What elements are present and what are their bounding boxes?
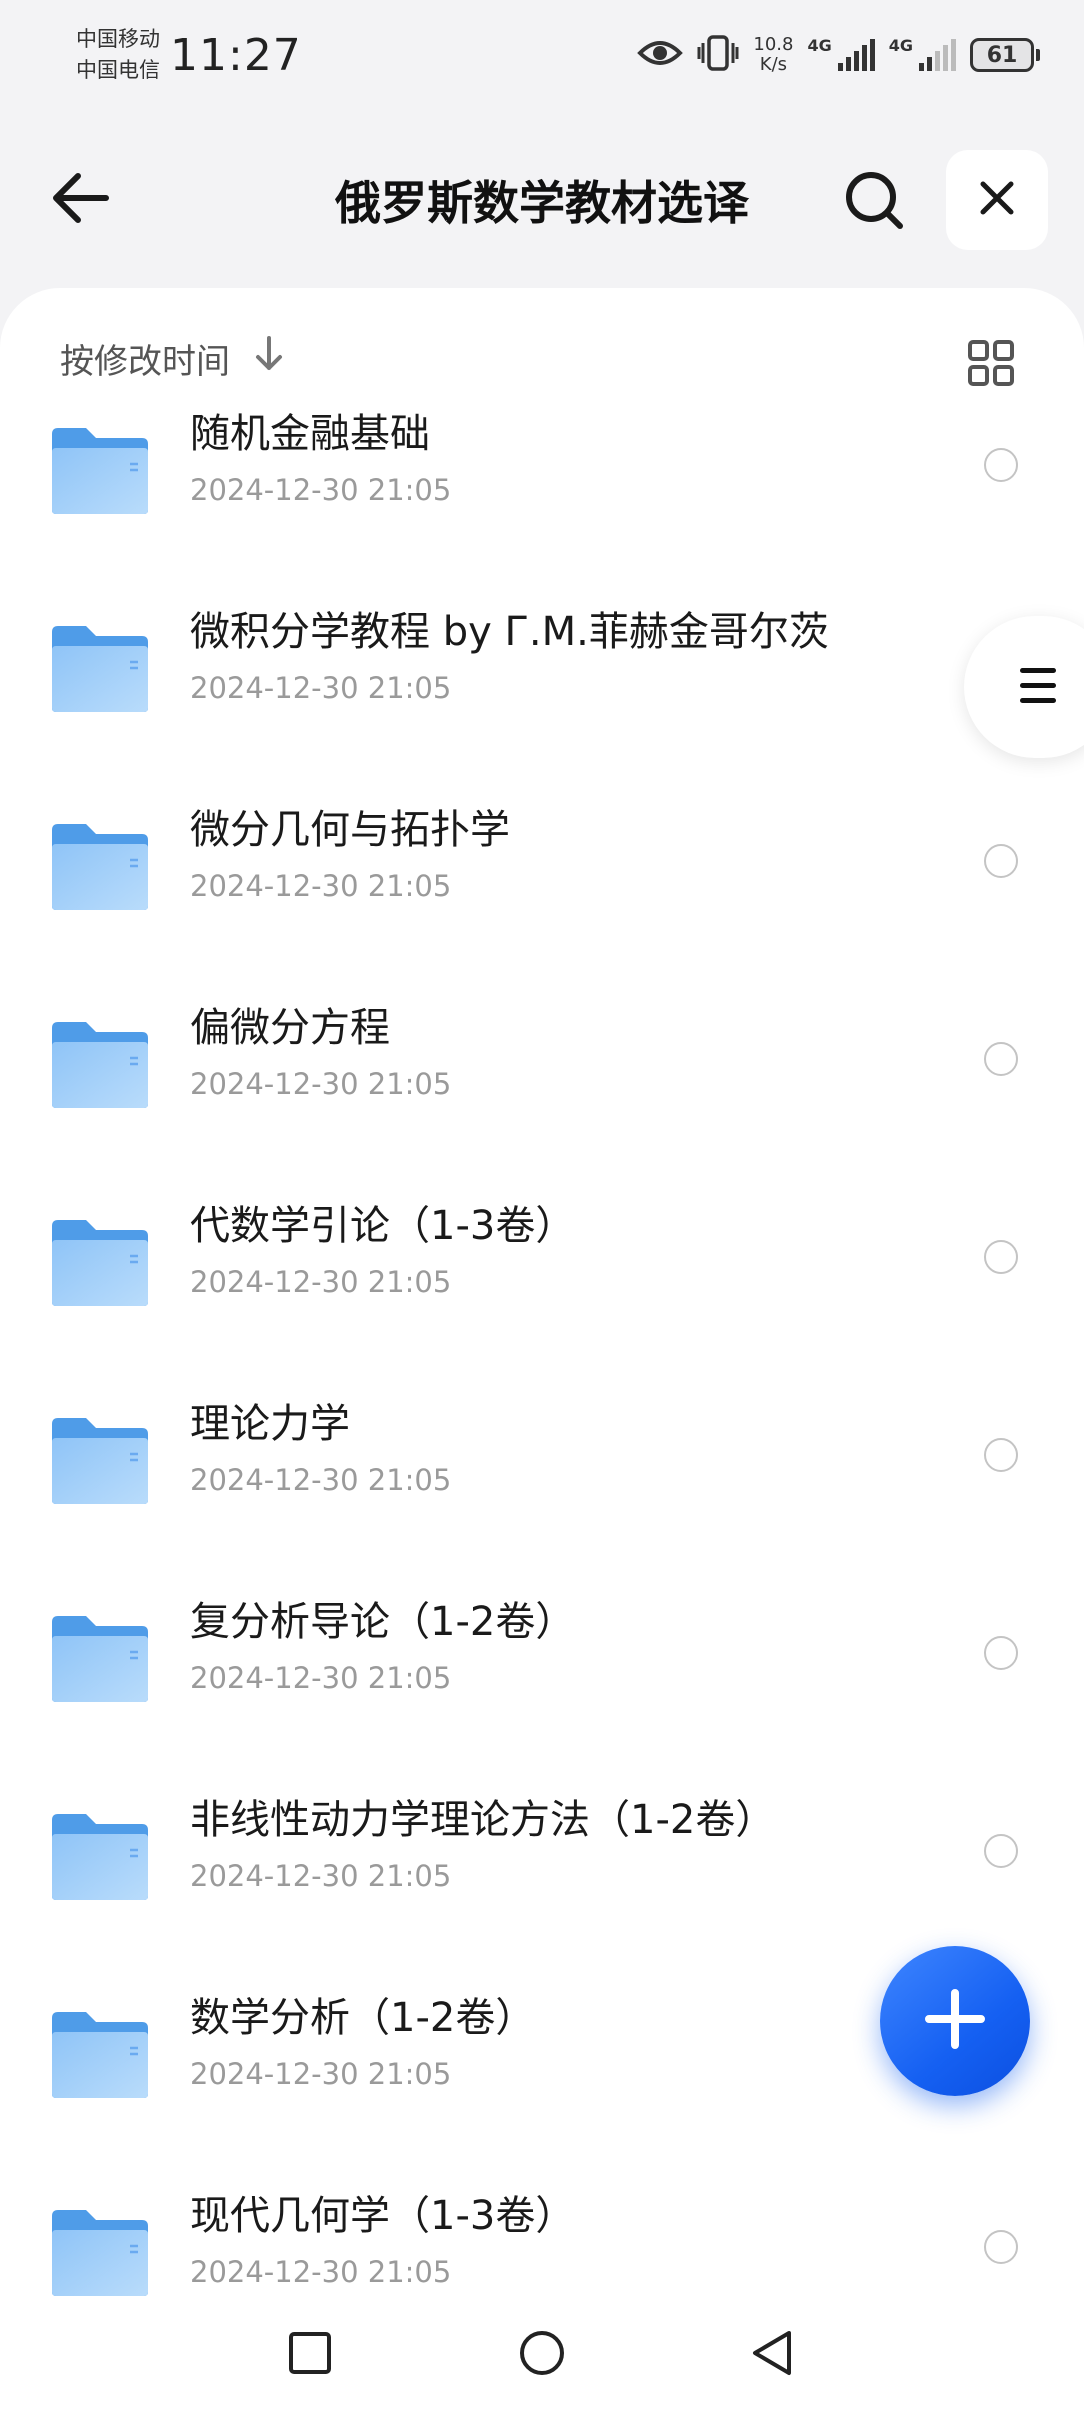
carrier-1: 中国移动 <box>76 27 160 51</box>
folder-icon <box>50 1018 150 1110</box>
folder-name: 微分几何与拓扑学 <box>190 807 510 853</box>
search-icon <box>842 168 906 236</box>
folder-icon <box>50 1414 150 1506</box>
folder-icon <box>50 622 150 714</box>
close-button[interactable] <box>946 150 1048 250</box>
folder-date: 2024-12-30 21:05 <box>190 2255 452 2289</box>
menu-icon <box>1020 668 1056 713</box>
carrier-labels: 中国移动 中国电信 <box>76 24 160 86</box>
folder-icon <box>50 1216 150 1308</box>
folder-name: 理论力学 <box>190 1401 350 1447</box>
folder-date: 2024-12-30 21:05 <box>190 1463 452 1497</box>
arrow-down-icon <box>254 335 284 381</box>
search-button[interactable] <box>838 166 910 238</box>
select-checkbox[interactable] <box>984 1240 1018 1274</box>
folder-icon <box>50 2206 150 2298</box>
select-checkbox[interactable] <box>984 1636 1018 1670</box>
folder-date: 2024-12-30 21:05 <box>190 1661 452 1695</box>
system-nav-bar <box>0 2296 1084 2412</box>
folder-icon <box>50 2008 150 2100</box>
folder-icon <box>50 1810 150 1902</box>
select-checkbox[interactable] <box>984 1834 1018 1868</box>
file-panel: 按修改时间 随机金融基础 2024-12-30 21:05 微积分学教程 by Г.… <box>0 288 1084 2412</box>
signal-icon <box>837 39 875 71</box>
view-toggle-button[interactable] <box>960 334 1022 396</box>
recents-button[interactable] <box>270 2320 350 2390</box>
folder-icon <box>50 1612 150 1704</box>
status-time: 11:27 <box>170 30 302 81</box>
folder-date: 2024-12-30 21:05 <box>190 473 452 507</box>
home-button[interactable] <box>502 2320 582 2390</box>
folder-row[interactable]: 微积分学教程 by Г.М.菲赫金哥尔茨 2024-12-30 21:05 <box>0 604 1084 802</box>
add-button[interactable] <box>880 1946 1030 2096</box>
folder-date: 2024-12-30 21:05 <box>190 869 452 903</box>
select-checkbox[interactable] <box>984 844 1018 878</box>
signal-icon-2 <box>919 39 956 71</box>
select-checkbox[interactable] <box>984 1438 1018 1472</box>
carrier-2: 中国电信 <box>76 58 160 82</box>
network-type-2: 4G <box>888 36 913 55</box>
folder-name: 复分析导论（1-2卷） <box>190 1599 576 1645</box>
folder-name: 代数学引论（1-3卷） <box>190 1203 576 1249</box>
folder-date: 2024-12-30 21:05 <box>190 2057 452 2091</box>
eye-icon <box>637 37 684 73</box>
select-checkbox[interactable] <box>984 1042 1018 1076</box>
arrow-left-icon <box>50 172 110 228</box>
triangle-back-icon <box>749 2329 795 2381</box>
folder-date: 2024-12-30 21:05 <box>190 1859 452 1893</box>
grid-view-icon <box>967 339 1015 391</box>
plus-icon <box>923 1987 987 2055</box>
folder-date: 2024-12-30 21:05 <box>190 671 452 705</box>
folder-row[interactable]: 微分几何与拓扑学 2024-12-30 21:05 <box>0 802 1084 1000</box>
folder-list: 随机金融基础 2024-12-30 21:05 微积分学教程 by Г.М.菲赫金哥… <box>0 406 1084 2386</box>
select-checkbox[interactable] <box>984 2230 1018 2264</box>
network-type-1: 4G <box>807 36 832 55</box>
folder-date: 2024-12-30 21:05 <box>190 1067 452 1101</box>
status-bar: 中国移动 中国电信 11:27 10.8 K/s 4G 4G 61 <box>0 0 1084 120</box>
sort-control[interactable]: 按修改时间 <box>60 328 284 388</box>
folder-name: 偏微分方程 <box>190 1005 390 1051</box>
folder-name: 微积分学教程 by Г.М.菲赫金哥尔茨 <box>190 609 829 655</box>
top-app-bar: 俄罗斯数学教材选译 <box>0 140 1084 260</box>
page-title: 俄罗斯数学教材选译 <box>335 176 749 230</box>
folder-row[interactable]: 代数学引论（1-3卷） 2024-12-30 21:05 <box>0 1198 1084 1396</box>
folder-row[interactable]: 偏微分方程 2024-12-30 21:05 <box>0 1000 1084 1198</box>
folder-name: 现代几何学（1-3卷） <box>190 2193 576 2239</box>
sort-label: 按修改时间 <box>60 341 230 382</box>
folder-name: 数学分析（1-2卷） <box>190 1995 536 2041</box>
folder-date: 2024-12-30 21:05 <box>190 1265 452 1299</box>
status-icons: 10.8 K/s 4G 4G 61 <box>637 30 1040 80</box>
battery-icon: 61 <box>970 38 1040 72</box>
net-speed: 10.8 K/s <box>753 34 794 75</box>
folder-name: 随机金融基础 <box>190 411 430 457</box>
square-icon <box>288 2331 332 2379</box>
select-checkbox[interactable] <box>984 448 1018 482</box>
folder-icon <box>50 424 150 516</box>
folder-row[interactable]: 随机金融基础 2024-12-30 21:05 <box>0 406 1084 604</box>
battery-level: 61 <box>986 42 1018 68</box>
back-button[interactable] <box>44 168 116 232</box>
circle-icon <box>518 2329 566 2381</box>
back-nav-button[interactable] <box>732 2320 812 2390</box>
folder-row[interactable]: 复分析导论（1-2卷） 2024-12-30 21:05 <box>0 1594 1084 1792</box>
vibrate-icon <box>697 34 739 76</box>
folder-row[interactable]: 理论力学 2024-12-30 21:05 <box>0 1396 1084 1594</box>
folder-name: 非线性动力学理论方法（1-2卷） <box>190 1797 776 1843</box>
folder-icon <box>50 820 150 912</box>
close-icon <box>979 180 1015 220</box>
